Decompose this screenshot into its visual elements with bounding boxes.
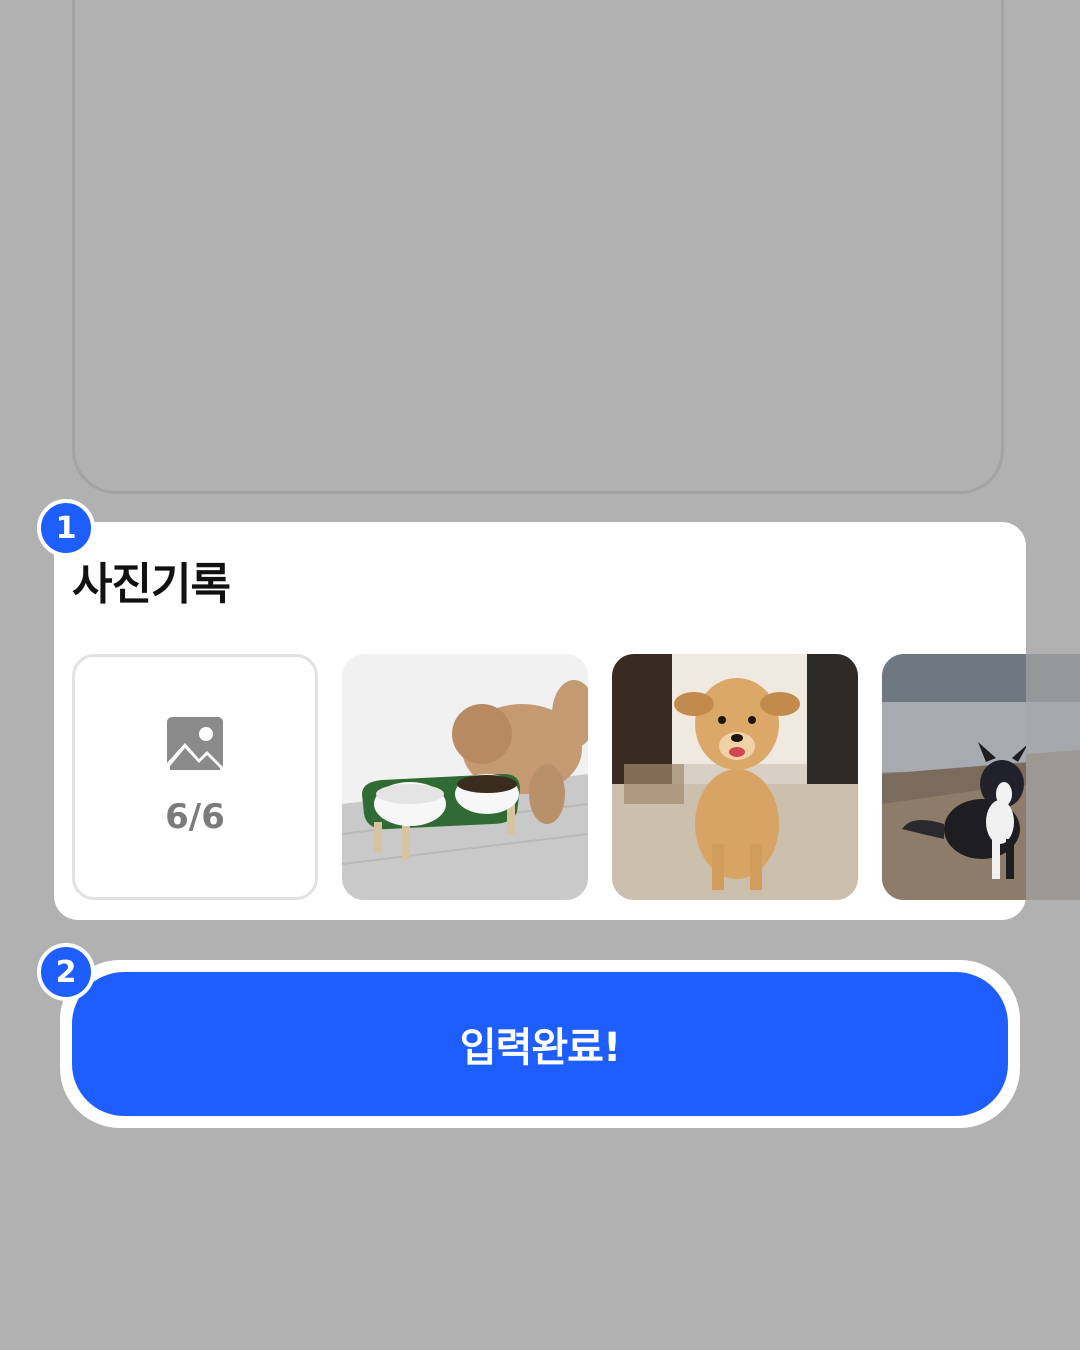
step-badge-1: 1	[37, 499, 95, 557]
step-badge-2: 2	[37, 943, 95, 1001]
dog-on-beach-photo[interactable]	[882, 654, 1026, 900]
submit-button[interactable]: 입력완료!	[72, 972, 1008, 1116]
section-title: 사진기록	[72, 559, 231, 610]
photo-record-section: 사진기록 6/6	[54, 522, 1026, 920]
dimmed-input-card	[72, 0, 1004, 494]
add-photo-button[interactable]: 6/6	[72, 654, 318, 900]
photo-count: 6/6	[165, 797, 225, 837]
photo-list: 6/6	[72, 654, 1026, 900]
image-icon	[167, 717, 223, 773]
photo-overflow-dimmed	[1026, 654, 1080, 900]
dog-eating-from-bowl-photo[interactable]	[342, 654, 588, 900]
dog-sitting-indoors-photo[interactable]	[612, 654, 858, 900]
submit-highlight: 입력완료!	[60, 960, 1020, 1128]
